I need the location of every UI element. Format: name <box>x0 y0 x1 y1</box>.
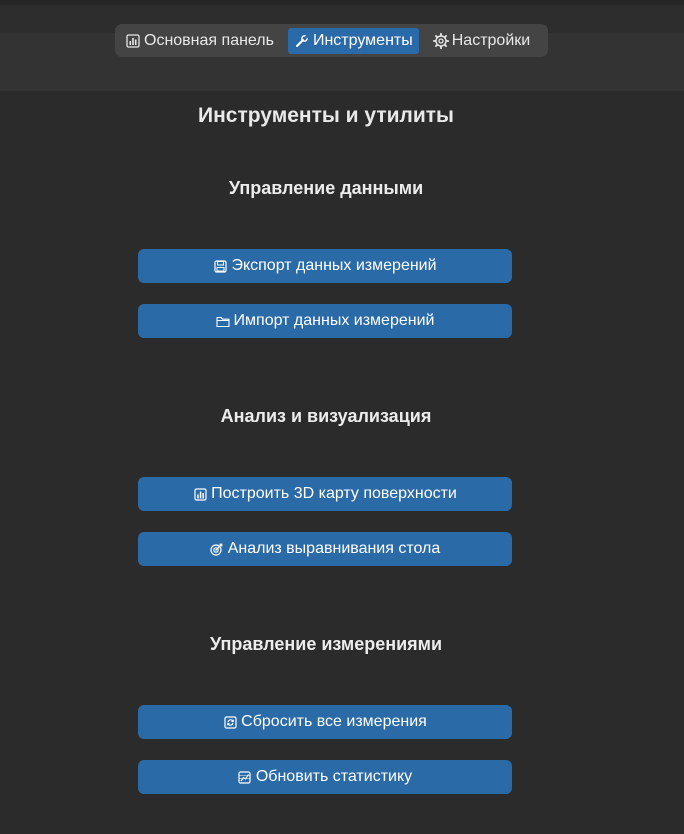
import-data-button[interactable]: Импорт данных измерений <box>138 304 512 338</box>
import-data-label: Импорт данных измерений <box>233 312 435 329</box>
bar-chart-icon <box>125 33 141 49</box>
floppy-disk-icon <box>213 259 227 273</box>
export-data-label: Экспорт данных измерений <box>231 257 437 274</box>
update-statistics-button[interactable]: Обновить статистику <box>138 760 512 794</box>
section-title-data-management: Управление данными <box>228 178 424 198</box>
page-title: Инструменты и утилиты <box>198 104 454 127</box>
section-title-measurements: Управление измерениями <box>209 634 443 654</box>
line-chart-icon <box>238 770 252 784</box>
folder-icon <box>215 314 230 328</box>
export-data-button[interactable]: Экспорт данных измерений <box>138 249 512 283</box>
wrench-icon <box>294 33 310 49</box>
section-title-analysis: Анализ и визуализация <box>220 406 432 426</box>
tab-dashboard-label: Основная панель <box>144 31 274 49</box>
reset-measurements-button[interactable]: Сбросить все измерения <box>138 705 512 739</box>
build-3d-map-label: Построить 3D карту поверхности <box>211 485 457 502</box>
tab-dashboard[interactable]: Основная панель <box>119 28 280 54</box>
target-icon <box>210 542 224 556</box>
update-statistics-label: Обновить статистику <box>255 768 413 785</box>
build-3d-map-button[interactable]: Построить 3D карту поверхности <box>138 477 512 511</box>
tab-tools-label: Инструменты <box>312 31 413 49</box>
tab-bar: Основная панель Инструменты Настройки <box>115 24 548 57</box>
refresh-icon <box>223 715 237 729</box>
table-alignment-button[interactable]: Анализ выравнивания стола <box>138 532 512 566</box>
gear-icon <box>432 32 449 49</box>
table-alignment-label: Анализ выравнивания стола <box>227 540 441 557</box>
tab-settings-label: Настройки <box>451 31 531 49</box>
tab-settings[interactable]: Настройки <box>427 28 536 54</box>
tab-tools[interactable]: Инструменты <box>287 27 419 54</box>
bar-chart-icon <box>193 487 207 501</box>
reset-measurements-label: Сбросить все измерения <box>241 713 427 730</box>
